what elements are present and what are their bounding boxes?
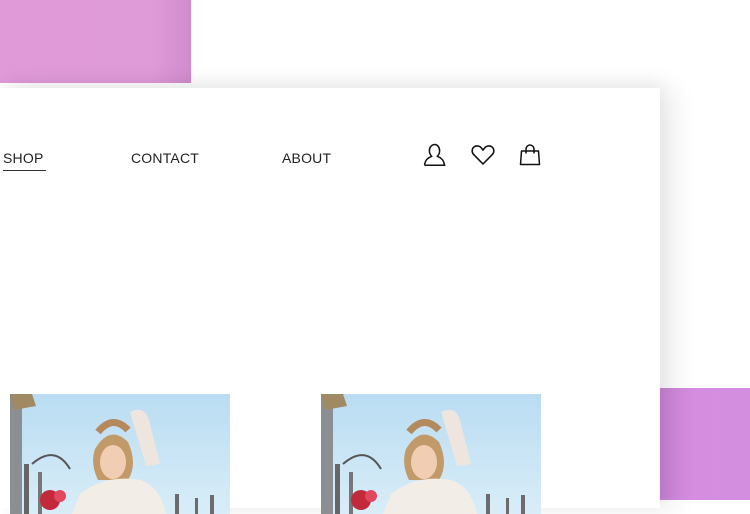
decorative-pink-block	[0, 0, 191, 83]
shopping-bag-icon[interactable]	[516, 141, 544, 169]
main-card: SHOP CONTACT ABOUT	[0, 88, 660, 514]
nav-contact-link[interactable]: CONTACT	[131, 150, 199, 166]
nav-about-link[interactable]: ABOUT	[282, 150, 331, 166]
heart-icon[interactable]	[469, 141, 497, 169]
nav-shop-link[interactable]: SHOP	[3, 150, 48, 171]
product-image[interactable]	[321, 394, 541, 514]
decorative-purple-block	[652, 388, 750, 500]
user-icon[interactable]	[421, 141, 449, 169]
product-image[interactable]	[10, 394, 230, 514]
